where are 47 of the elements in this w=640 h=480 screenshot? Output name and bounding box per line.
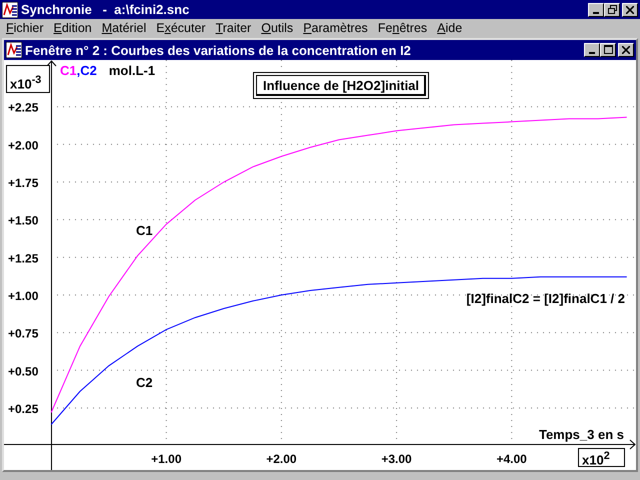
restore-button[interactable] [604,2,620,16]
tick-label: +1.25 [8,251,38,266]
window-title: Synchronie - a:\fcini2.snc [21,2,190,17]
menu-item[interactable]: Traiter [212,21,258,35]
chart-title: Influence de [H2O2]initial [253,72,430,99]
close-button[interactable] [622,2,638,16]
annotation-label: C2 [136,375,153,390]
tick-label: +2.00 [266,452,297,466]
menu-item[interactable]: Edition [50,21,98,35]
legend-label: C1 [60,63,77,78]
tick-label: +1.00 [8,288,38,303]
tick-label: +0.50 [8,364,38,378]
close-button[interactable] [618,43,634,57]
axis-multiplier: x10$^{-3}$ [6,65,50,93]
maximize-button[interactable] [600,43,616,57]
menu-item[interactable]: Fichier [2,21,50,35]
annotation-label: [I2]finalC2 = [I2]finalC1 / 2 [466,291,625,306]
tick-label: +3.00 [381,452,412,466]
minimize-button[interactable] [588,2,604,16]
annotation-label: C1 [136,223,153,238]
legend-separator: , [76,63,80,78]
minimize-icon [593,12,599,14]
tick-label: +2.25 [8,100,38,115]
unit-label: mol.L-1 [108,63,156,78]
maximize-icon [604,45,612,54]
menu-item[interactable]: Matériel [98,21,152,35]
restore-icon [608,4,616,14]
close-icon [622,46,630,54]
close-icon [626,6,634,14]
tick-label: +1.00 [151,452,182,466]
child-window-title: Fenêtre n° 2 : Courbes des variations de la concentration en I2 [25,42,412,58]
tick-label: +0.25 [8,402,38,416]
tick-label: +0.75 [8,326,38,341]
menu-item[interactable]: Fenêtres [374,21,434,35]
menu-item[interactable]: Outils [257,21,300,35]
legend-label: C2 [80,63,97,78]
axis-multiplier: x10$^{2}$ [578,448,625,467]
menu-item[interactable]: Aide [433,21,468,35]
tick-label: +4.00 [496,452,527,466]
axis-label: Temps_3 en s [538,427,624,442]
tick-label: +1.50 [8,214,38,228]
menu-item[interactable]: Exécuter [152,21,212,35]
tick-label: +1.75 [8,176,38,190]
menu-item[interactable]: Paramètres [299,21,374,35]
minimize-icon [589,52,595,54]
minimize-button[interactable] [584,43,600,57]
tick-label: +2.00 [8,138,38,152]
